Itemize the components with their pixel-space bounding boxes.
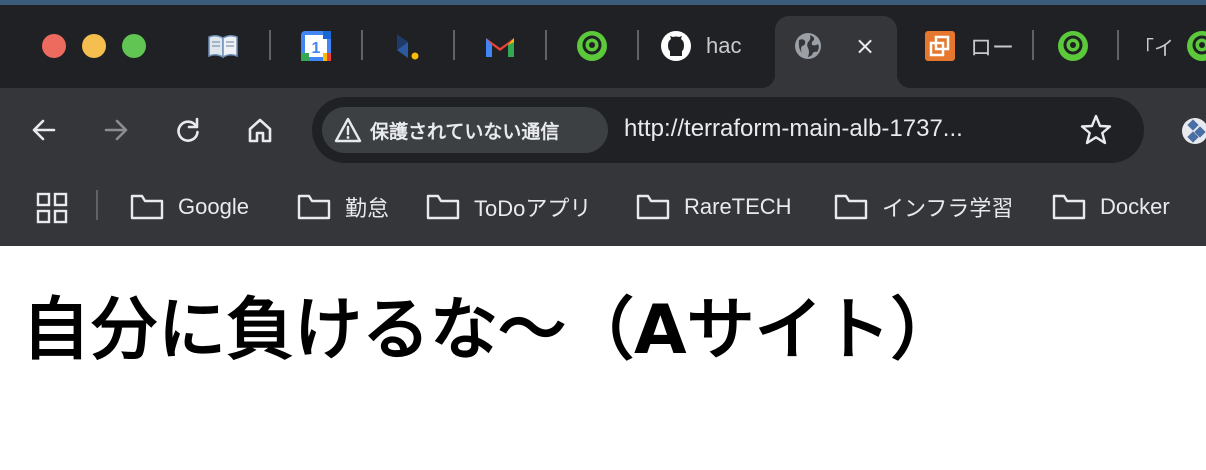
bookmark-folder-docker[interactable]: Docker [1052, 190, 1170, 224]
address-bar[interactable]: 保護されていない通信 http://terraform-main-alb-173… [312, 97, 1144, 163]
tab-separator [1032, 30, 1034, 60]
reload-button[interactable] [168, 110, 208, 150]
tab-calendar[interactable]: 1 [300, 24, 334, 68]
tab-github[interactable]: hac [660, 24, 752, 68]
green-app-icon [1058, 31, 1088, 61]
folder-icon [426, 194, 460, 220]
tab-separator [545, 30, 547, 60]
apps-grid-icon [36, 192, 68, 224]
book-icon [208, 34, 238, 59]
tab-title: ロー [970, 35, 1015, 60]
globe-icon [795, 33, 821, 59]
page-heading: 自分に負けるな〜（Aサイト） [22, 291, 959, 370]
window-close-button[interactable] [42, 34, 66, 58]
gmail-icon [486, 38, 514, 57]
tab-page[interactable]: 「イ [1134, 24, 1174, 68]
warning-icon [334, 117, 362, 143]
folder-icon [130, 194, 164, 220]
green-app-icon [577, 31, 607, 61]
back-button[interactable] [24, 110, 64, 150]
apps-button[interactable] [36, 192, 68, 224]
tab-separator [269, 30, 271, 60]
bookmarks-bar: Google 勤怠 ToDoアプリ RareTECH インフラ学習 Docker [0, 174, 1206, 246]
bookmark-label: 勤怠 [345, 196, 390, 221]
tab-green-app[interactable] [1057, 24, 1091, 68]
tab-separator [637, 30, 639, 60]
extension-button[interactable] [1182, 118, 1206, 144]
google-calendar-icon: 1 [301, 31, 331, 61]
github-icon [661, 31, 691, 61]
bookmark-label: インフラ学習 [882, 196, 1014, 221]
tab-title: hac [706, 33, 742, 58]
tab-app[interactable] [394, 24, 424, 68]
browser-toolbar: 保護されていない通信 http://terraform-main-alb-173… [0, 88, 1206, 174]
star-icon [1080, 114, 1112, 145]
tab-separator [1117, 30, 1119, 60]
forward-icon [104, 119, 128, 141]
bookmark-star-button[interactable] [1078, 112, 1114, 148]
extension-icon [1187, 119, 1206, 143]
folder-icon [636, 194, 670, 220]
security-chip[interactable]: 保護されていない通信 [322, 107, 608, 153]
bookmark-label: RareTECH [684, 194, 792, 219]
back-icon [32, 119, 56, 141]
window-maximize-button[interactable] [122, 34, 146, 58]
home-icon [248, 118, 272, 143]
bookmark-label: Docker [1100, 194, 1170, 219]
home-button[interactable] [240, 110, 280, 150]
folder-icon [834, 194, 868, 220]
tab-strip: 1 hac × ロー 「イ [0, 0, 1206, 88]
bookmark-label: Google [178, 194, 249, 219]
reload-icon [177, 117, 199, 142]
bookmark-folder-todo[interactable]: ToDoアプリ [426, 190, 591, 224]
tab-book[interactable] [206, 24, 242, 68]
bookmark-folder-google[interactable]: Google [130, 190, 249, 224]
forward-button[interactable] [96, 110, 136, 150]
bookmark-folder-kintai[interactable]: 勤怠 [297, 190, 389, 224]
tab-separator [453, 30, 455, 60]
security-chip-label: 保護されていない通信 [370, 120, 560, 143]
tab-separator [361, 30, 363, 60]
tab-title: 「イ [1134, 37, 1172, 60]
tab-orange-app[interactable]: ロー [924, 24, 1016, 68]
bookmark-label: ToDoアプリ [474, 196, 592, 221]
tab-active[interactable]: × [761, 16, 911, 88]
folder-icon [1052, 194, 1086, 220]
tab-gmail[interactable] [484, 24, 518, 68]
bookmarks-separator [96, 190, 98, 220]
url-text[interactable]: http://terraform-main-alb-1737... [624, 115, 963, 143]
orange-app-icon [925, 31, 955, 61]
window-minimize-button[interactable] [82, 34, 106, 58]
bookmark-folder-raretech[interactable]: RareTECH [636, 190, 792, 224]
dark-app-icon [397, 34, 419, 60]
tab-green-app[interactable] [576, 24, 610, 68]
tab-green-app[interactable] [1186, 24, 1206, 68]
folder-icon [297, 194, 331, 220]
bookmark-folder-infra[interactable]: インフラ学習 [834, 190, 1013, 224]
web-page: 自分に負けるな〜（Aサイト） [0, 246, 1206, 470]
close-tab-button[interactable]: × [851, 32, 879, 60]
svg-text:1: 1 [312, 40, 321, 57]
green-app-icon [1187, 31, 1206, 61]
